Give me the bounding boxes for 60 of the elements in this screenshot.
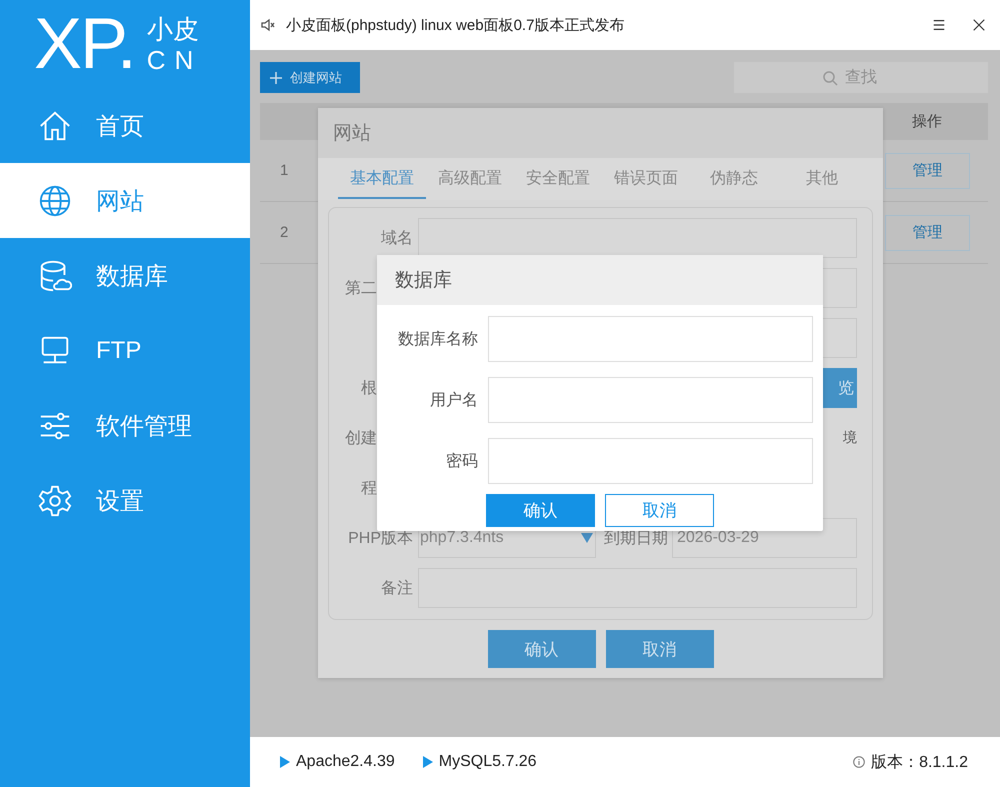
manage-button[interactable]: 管理 xyxy=(885,214,970,250)
caret-icon xyxy=(581,533,593,543)
sidebar-item[interactable]: 网站 xyxy=(0,163,250,238)
confirm-button[interactable]: 确认 xyxy=(488,630,596,668)
sidebar-item[interactable]: 软件管理 xyxy=(0,388,250,463)
window-title: 小皮面板(phpstudy) linux web面板0.7版本正式发布 xyxy=(286,16,626,34)
logo-mark: XP. xyxy=(34,8,135,80)
service-label: MySQL5.7.26 xyxy=(438,753,537,771)
dialog-title: 网站 xyxy=(333,122,371,146)
logo-text: 小皮 xyxy=(146,13,200,45)
field-label: 域名 xyxy=(380,228,414,248)
input-field[interactable] xyxy=(488,438,813,484)
confirm-button[interactable]: 确认 xyxy=(486,494,595,527)
field-label: 密码 xyxy=(445,452,479,472)
database-icon xyxy=(38,258,72,292)
tab[interactable]: 安全配置 xyxy=(514,160,602,198)
tab[interactable]: 错误页面 xyxy=(602,160,690,198)
tab[interactable]: 其他 xyxy=(778,160,866,198)
field-label: 创建 xyxy=(345,430,377,446)
manage-button[interactable]: 管理 xyxy=(885,152,970,188)
logo-text: CN xyxy=(146,45,202,75)
field-label: 第二 xyxy=(345,280,377,296)
plus-icon xyxy=(270,72,282,84)
cancel-button[interactable]: 取消 xyxy=(605,494,714,527)
play-icon xyxy=(280,756,290,768)
field-label: 到期日期 xyxy=(603,528,669,548)
tab[interactable]: 高级配置 xyxy=(426,160,514,198)
field-label: 用户名 xyxy=(429,390,479,410)
create-site-button[interactable]: 创建网站 xyxy=(260,62,360,93)
field-label: PHP版本 xyxy=(347,528,414,548)
sidebar-item[interactable]: FTP xyxy=(0,313,250,388)
tab[interactable]: 伪静态 xyxy=(690,160,778,198)
search-icon xyxy=(822,70,838,86)
field-label: 备注 xyxy=(380,578,414,598)
close-icon[interactable] xyxy=(972,18,986,32)
dialog-title: 数据库 xyxy=(395,269,452,293)
service-label: Apache2.4.39 xyxy=(296,753,395,771)
field-label: 根 xyxy=(361,380,377,396)
speaker-icon xyxy=(260,17,276,33)
sidebar-item[interactable]: 设置 xyxy=(0,463,250,538)
tab[interactable]: 基本配置 xyxy=(338,160,426,198)
info-icon xyxy=(853,756,866,768)
menu-icon[interactable] xyxy=(932,18,946,32)
search-field[interactable]: 查找 xyxy=(734,62,988,93)
version-text: 版本：8.1.1.2 xyxy=(871,752,968,772)
table-cell: 2 xyxy=(280,224,288,241)
play-icon xyxy=(422,756,433,768)
column-header: 操作 xyxy=(912,112,942,131)
home-icon xyxy=(38,108,72,142)
table-cell: 1 xyxy=(280,162,288,179)
input-field[interactable] xyxy=(488,377,813,423)
option-text: 境 xyxy=(843,429,857,447)
input-field[interactable] xyxy=(488,316,813,362)
globe-icon xyxy=(38,184,72,218)
cancel-button[interactable]: 取消 xyxy=(606,630,714,668)
field-label: 程 xyxy=(361,480,377,496)
sidebar-item[interactable]: 首页 xyxy=(0,88,250,163)
field-label: 数据库名称 xyxy=(397,330,479,350)
sidebar-item[interactable]: 数据库 xyxy=(0,238,250,313)
gear-icon xyxy=(38,484,72,518)
